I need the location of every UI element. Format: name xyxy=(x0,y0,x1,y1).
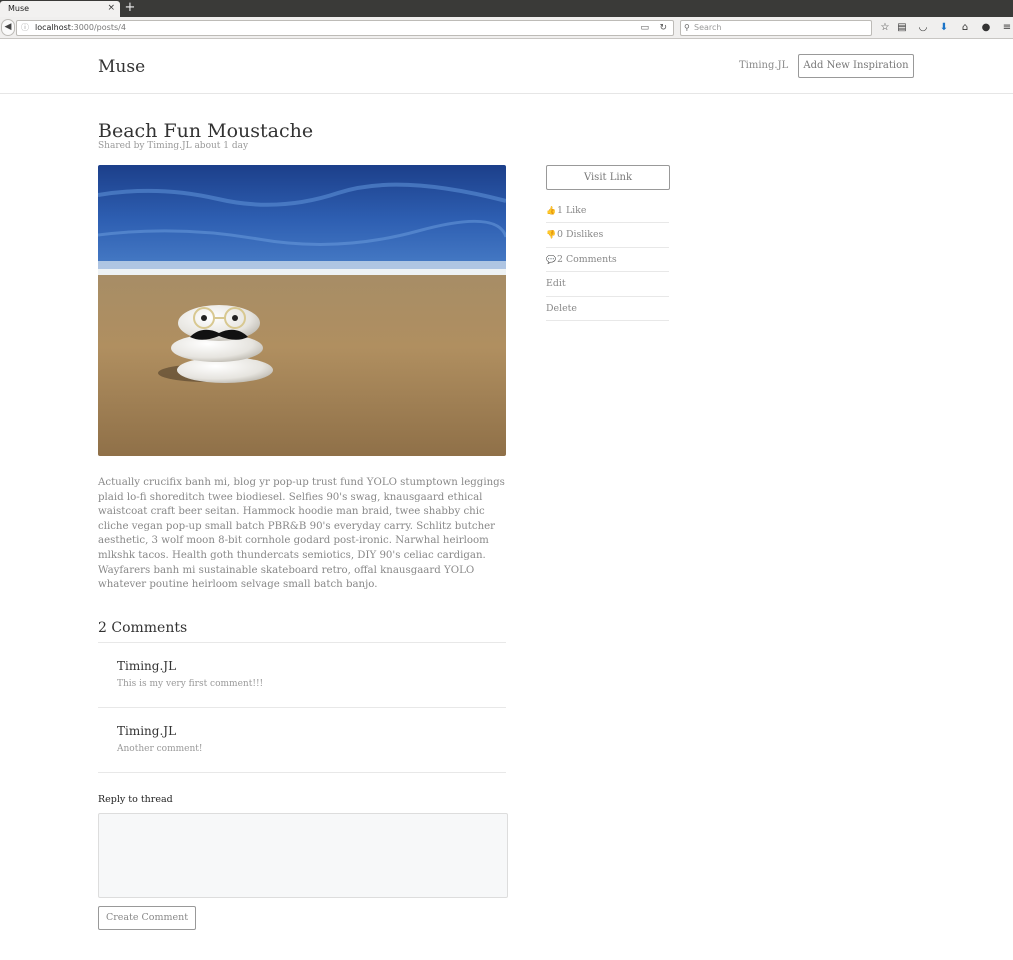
visit-link-button[interactable]: Visit Link xyxy=(546,165,670,190)
comment-author: Timing.JL xyxy=(117,724,177,738)
url-bar[interactable]: ⓘ localhost:3000/posts/4 ▭ ↻ xyxy=(16,20,674,36)
comment-text: Another comment! xyxy=(117,744,203,754)
home-icon[interactable]: ⌂ xyxy=(958,21,972,35)
url-host: localhost xyxy=(35,23,71,32)
chat-icon[interactable]: ● xyxy=(979,21,993,35)
site-header: Muse Timing.JL Add New Inspiration xyxy=(0,39,1013,94)
thumbs-down-icon: 👎 xyxy=(546,230,556,240)
browser-tab[interactable]: Muse × xyxy=(0,1,120,17)
back-icon[interactable]: ◀ xyxy=(1,19,15,36)
tab-title: Muse xyxy=(8,4,30,13)
post-image xyxy=(98,165,506,456)
thumbs-up-icon: 👍 xyxy=(546,206,556,215)
brand-logo[interactable]: Muse xyxy=(98,57,145,77)
beach-stones-moustache-image xyxy=(98,165,506,456)
reply-textarea[interactable] xyxy=(98,813,508,898)
comment-text: This is my very first comment!!! xyxy=(117,679,264,689)
create-comment-button[interactable]: Create Comment xyxy=(98,906,196,930)
comments-heading: 2 Comments xyxy=(98,620,188,636)
post-actions-list: 👍1 Like 👎0 Dislikes 💬2 Comments Edit Del… xyxy=(546,199,669,321)
bookmark-star-icon[interactable]: ☆ xyxy=(878,21,892,35)
delete-link[interactable]: Delete xyxy=(546,297,669,321)
reload-icon[interactable]: ↻ xyxy=(659,21,667,35)
post-body: Actually crucifix banh mi, blog yr pop-u… xyxy=(98,477,505,591)
search-icon: ⚲ xyxy=(684,23,690,32)
post-title: Beach Fun Moustache xyxy=(98,120,314,142)
menu-icon[interactable]: ≡ xyxy=(1000,21,1013,35)
reading-list-icon[interactable]: ▤ xyxy=(895,21,909,35)
browser-tab-bar: Muse × + xyxy=(0,0,1013,17)
comments-action[interactable]: 💬2 Comments xyxy=(546,248,669,273)
reply-label: Reply to thread xyxy=(98,794,173,805)
nav-user-link[interactable]: Timing.JL xyxy=(739,60,788,71)
comment-item: Timing.JL This is my very first comment!… xyxy=(98,643,506,708)
add-new-inspiration-button[interactable]: Add New Inspiration xyxy=(798,54,914,78)
comments-icon: 💬 xyxy=(546,254,556,264)
edit-link[interactable]: Edit xyxy=(546,272,669,297)
search-placeholder: Search xyxy=(694,23,722,32)
reader-view-icon[interactable]: ▭ xyxy=(640,21,649,35)
download-icon[interactable]: ⬇ xyxy=(937,21,951,35)
new-tab-button[interactable]: + xyxy=(123,0,137,16)
dislike-action[interactable]: 👎0 Dislikes xyxy=(546,223,669,248)
search-input[interactable]: ⚲ Search xyxy=(680,20,872,36)
dislike-count-label: 0 Dislikes xyxy=(557,229,604,241)
info-icon[interactable]: ⓘ xyxy=(21,21,29,35)
url-path: :3000/posts/4 xyxy=(70,23,126,32)
tab-close-icon[interactable]: × xyxy=(107,3,115,13)
comment-author: Timing.JL xyxy=(117,659,177,673)
like-count-label: 1 Like xyxy=(557,205,587,216)
like-action[interactable]: 👍1 Like xyxy=(546,199,669,224)
comment-count-label: 2 Comments xyxy=(557,253,617,265)
post-meta: Shared by Timing.JL about 1 day xyxy=(98,141,249,151)
pocket-icon[interactable]: ◡ xyxy=(916,21,930,35)
comment-item: Timing.JL Another comment! xyxy=(98,708,506,773)
browser-nav-bar: ◀ ⓘ localhost:3000/posts/4 ▭ ↻ ⚲ Search … xyxy=(0,17,1013,39)
